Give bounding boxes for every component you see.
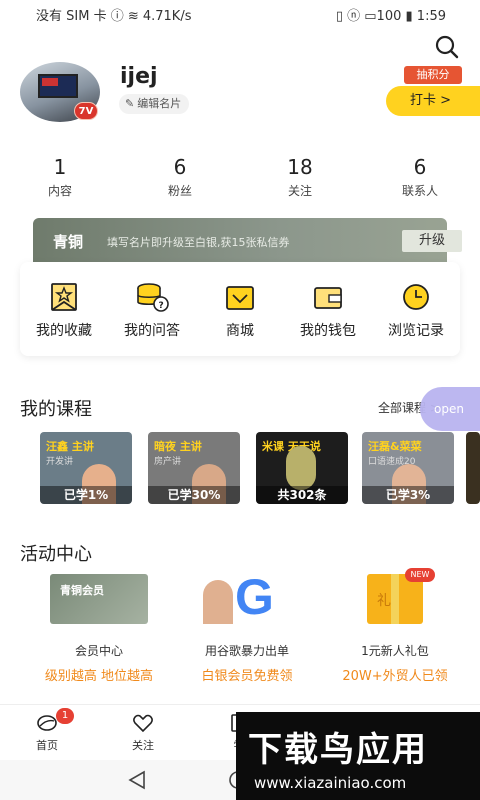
checkin-button[interactable]: 打卡 >	[386, 86, 480, 116]
course-card[interactable]: 汪鑫 主讲 开发讲 已学1%	[40, 432, 132, 504]
watermark-url: www.xiazainiao.com	[254, 774, 407, 792]
history-icon	[403, 284, 429, 310]
course-subtitle: 开发讲	[46, 457, 74, 467]
course-title: 汪鑫 主讲	[46, 440, 94, 453]
microphone-icon	[286, 446, 316, 490]
tab-follow[interactable]: 关注	[118, 713, 168, 753]
heart-icon	[133, 714, 153, 733]
edit-card-button[interactable]: ✎ 编辑名片	[119, 94, 190, 114]
course-progress: 已学30%	[148, 486, 240, 504]
shortcut-history[interactable]: 浏览记录	[372, 282, 460, 340]
stat-label: 内容	[47, 184, 72, 198]
shortcut-label: 浏览记录	[388, 323, 444, 339]
new-badge: NEW	[405, 568, 435, 582]
activity-name: 会员中心	[74, 644, 123, 658]
course-card[interactable]: 米课 天天说 共302条	[256, 432, 348, 504]
username: ijej	[120, 64, 158, 89]
membership-desc: 填写名片即升级至白银,获15张私信券	[107, 236, 290, 249]
stat-contacts[interactable]: 6 联系人	[375, 156, 465, 199]
stat-content[interactable]: 1 内容	[15, 156, 105, 199]
shortcut-label: 商城	[226, 323, 254, 339]
course-title: 暗夜 主讲	[154, 440, 202, 453]
course-progress: 共302条	[256, 486, 348, 504]
shortcut-qa[interactable]: ? 我的问答	[108, 282, 196, 340]
course-card[interactable]: 汪磊&菜菜 口语速成20 已学3%	[362, 432, 454, 504]
watermark-title: 下载鸟应用	[248, 730, 428, 770]
vip-badge: 7V	[74, 102, 98, 120]
tab-label: 首页	[36, 739, 58, 752]
stat-number: 6	[413, 155, 427, 179]
shortcut-label: 我的钱包	[300, 323, 356, 339]
qa-icon: ?	[137, 283, 169, 312]
stat-number: 6	[173, 155, 187, 179]
activity-google[interactable]: G 用谷歌暴力出单 白银会员免费领	[172, 569, 322, 684]
stat-fans[interactable]: 6 粉丝	[135, 156, 225, 199]
activity-name: 用谷歌暴力出单	[204, 644, 289, 658]
back-nav-icon[interactable]	[128, 770, 146, 790]
status-bar: 没有 SIM 卡 ⓘ ≋ 4.71K/s ▯ ⓝ ▭100 ▮ 1:59	[0, 0, 480, 26]
activity-newcomer-gift[interactable]: 礼 NEW 1元新人礼包 20W+外贸人已领	[320, 568, 470, 684]
google-promo-image: G	[197, 569, 297, 625]
activity-member-center[interactable]: 青铜会员 会员中心 级别越高 地位越高	[24, 574, 174, 684]
google-logo: G	[235, 569, 274, 625]
activity-slogan: 白银会员免费领	[201, 669, 293, 684]
home-icon	[37, 715, 57, 731]
watermark-logo: 下载鸟应用 www.xiazainiao.com	[236, 712, 480, 800]
course-progress: 已学3%	[362, 486, 454, 504]
edit-icon: ✎	[125, 97, 135, 110]
tab-label: 关注	[132, 739, 154, 752]
course-card[interactable]: 暗夜 主讲 房产讲 已学30%	[148, 432, 240, 504]
shortcut-wallet[interactable]: 我的钱包	[284, 282, 372, 340]
status-right: ▯ ⓝ ▭100 ▮ 1:59	[335, 9, 446, 24]
member-card-image: 青铜会员	[50, 574, 148, 624]
stat-following[interactable]: 18 关注	[255, 156, 345, 199]
shortcut-label: 我的收藏	[36, 323, 92, 339]
person-photo	[203, 580, 233, 624]
stat-number: 18	[287, 155, 313, 179]
shortcut-favorites[interactable]: 我的收藏	[20, 282, 108, 340]
membership-tier: 青铜	[53, 233, 84, 251]
activity-name: 1元新人礼包	[361, 644, 429, 658]
stat-label: 联系人	[401, 184, 438, 198]
open-float-button[interactable]: open	[420, 387, 480, 431]
course-subtitle: 房产讲	[154, 457, 182, 467]
stat-label: 关注	[287, 184, 312, 198]
status-left: 没有 SIM 卡 ⓘ ≋ 4.71K/s	[36, 9, 192, 24]
stat-label: 粉丝	[167, 184, 192, 198]
activities-title: 活动中心	[20, 544, 92, 565]
stat-number: 1	[53, 155, 67, 179]
edit-card-label: 编辑名片	[137, 97, 182, 110]
course-progress: 已学1%	[40, 486, 132, 504]
gift-box-text: 礼	[377, 593, 391, 609]
course-title: 汪磊&菜菜	[368, 440, 422, 453]
mall-icon	[226, 286, 254, 310]
wallet-icon	[314, 287, 342, 309]
course-card-partial[interactable]	[466, 432, 480, 504]
member-card-text: 青铜会员	[60, 584, 104, 597]
shortcut-panel: 我的收藏 ? 我的问答 商城 我的钱包 浏览记录	[20, 262, 460, 356]
shortcut-mall[interactable]: 商城	[196, 282, 284, 340]
activity-slogan: 级别越高 地位越高	[44, 669, 154, 684]
points-draw-tag[interactable]: 抽积分	[404, 66, 462, 84]
shortcut-label: 我的问答	[124, 323, 180, 339]
home-badge: 1	[56, 708, 74, 724]
activity-slogan: 20W+外贸人已领	[342, 669, 448, 684]
courses-title: 我的课程	[20, 399, 92, 420]
search-icon[interactable]	[434, 34, 460, 60]
svg-text:?: ?	[159, 301, 164, 311]
upgrade-button[interactable]: 升级	[402, 230, 462, 252]
gift-box-icon: 礼 NEW	[367, 568, 435, 624]
favorites-icon	[51, 283, 77, 311]
